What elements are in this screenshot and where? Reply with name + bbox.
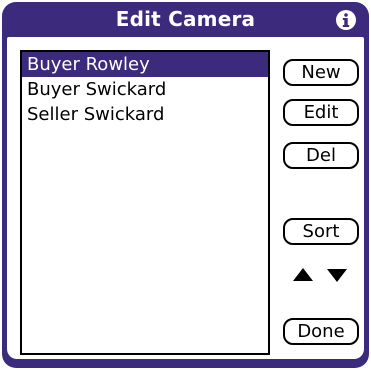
- window-title: Edit Camera: [115, 7, 256, 31]
- triangle-up-icon[interactable]: [291, 265, 315, 285]
- new-button[interactable]: New: [283, 59, 359, 86]
- list-item[interactable]: Buyer Rowley: [22, 52, 268, 77]
- sort-button[interactable]: Sort: [283, 218, 359, 245]
- list-item[interactable]: Seller Swickard: [22, 102, 268, 127]
- dialog-body: Buyer Rowley Buyer Swickard Seller Swick…: [7, 37, 364, 359]
- done-button[interactable]: Done: [283, 318, 359, 345]
- list-item[interactable]: Buyer Swickard: [22, 77, 268, 102]
- edit-button[interactable]: Edit: [283, 99, 359, 126]
- window-frame: Edit Camera Buyer Rowley Buyer Swickard …: [2, 2, 369, 368]
- camera-list[interactable]: Buyer Rowley Buyer Swickard Seller Swick…: [20, 50, 270, 355]
- delete-button[interactable]: Del: [283, 142, 359, 169]
- triangle-down-icon[interactable]: [325, 265, 349, 285]
- info-icon[interactable]: [335, 9, 357, 31]
- title-bar: Edit Camera: [2, 2, 369, 38]
